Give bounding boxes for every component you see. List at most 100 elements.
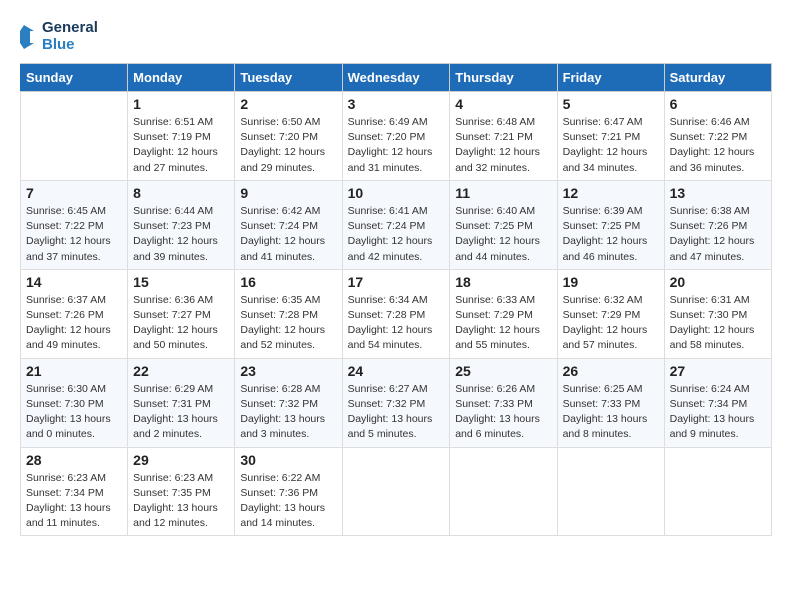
logo-text: General Blue: [20, 20, 98, 53]
weekday-header-wednesday: Wednesday: [342, 64, 450, 92]
calendar-cell: 1 Sunrise: 6:51 AMSunset: 7:19 PMDaylight…: [128, 92, 235, 181]
day-number: 28: [26, 452, 122, 468]
week-row-5: 28 Sunrise: 6:23 AMSunset: 7:34 PMDayligh…: [21, 447, 772, 536]
week-row-4: 21 Sunrise: 6:30 AMSunset: 7:30 PMDayligh…: [21, 358, 772, 447]
day-number: 25: [455, 363, 551, 379]
calendar-cell: 16Sunrise: 6:35 AMSunset: 7:28 PMDayligh…: [235, 269, 342, 358]
day-info: Sunrise: 6:32 AMSunset: 7:29 PMDaylight:…: [563, 293, 659, 354]
day-info: Sunrise: 6:45 AMSunset: 7:22 PMDaylight:…: [26, 204, 122, 265]
calendar-cell: 24 Sunrise: 6:27 AMSunset: 7:32 PMDayligh…: [342, 358, 450, 447]
day-info: Sunrise: 6:27 AMSunset: 7:32 PMDaylight:…: [348, 382, 445, 443]
day-number: 11: [455, 185, 551, 201]
calendar-cell: 4 Sunrise: 6:48 AMSunset: 7:21 PMDaylight…: [450, 92, 557, 181]
weekday-header-thursday: Thursday: [450, 64, 557, 92]
day-number: 3: [348, 96, 445, 112]
day-info: Sunrise: 6:35 AMSunset: 7:28 PMDaylight:…: [240, 293, 336, 354]
page-header: General Blue: [20, 20, 772, 53]
week-row-2: 7Sunrise: 6:45 AMSunset: 7:22 PMDaylight…: [21, 180, 772, 269]
day-number: 9: [240, 185, 336, 201]
day-info: Sunrise: 6:41 AMSunset: 7:24 PMDaylight:…: [348, 204, 445, 265]
day-info: Sunrise: 6:48 AMSunset: 7:21 PMDaylight:…: [455, 115, 551, 176]
calendar-cell: 3 Sunrise: 6:49 AMSunset: 7:20 PMDaylight…: [342, 92, 450, 181]
day-number: 23: [240, 363, 336, 379]
weekday-header-row: SundayMondayTuesdayWednesdayThursdayFrid…: [21, 64, 772, 92]
calendar-cell: [21, 92, 128, 181]
day-number: 12: [563, 185, 659, 201]
calendar-cell: 13 Sunrise: 6:38 AMSunset: 7:26 PMDayligh…: [664, 180, 771, 269]
calendar-cell: 29 Sunrise: 6:23 AMSunset: 7:35 PMDayligh…: [128, 447, 235, 536]
day-info: Sunrise: 6:47 AMSunset: 7:21 PMDaylight:…: [563, 115, 659, 176]
day-info: Sunrise: 6:23 AMSunset: 7:35 PMDaylight:…: [133, 471, 229, 532]
day-info: Sunrise: 6:31 AMSunset: 7:30 PMDaylight:…: [670, 293, 766, 354]
day-info: Sunrise: 6:51 AMSunset: 7:19 PMDaylight:…: [133, 115, 229, 176]
calendar-cell: 9 Sunrise: 6:42 AMSunset: 7:24 PMDaylight…: [235, 180, 342, 269]
day-number: 27: [670, 363, 766, 379]
weekday-header-sunday: Sunday: [21, 64, 128, 92]
calendar-cell: 14Sunrise: 6:37 AMSunset: 7:26 PMDayligh…: [21, 269, 128, 358]
day-info: Sunrise: 6:42 AMSunset: 7:24 PMDaylight:…: [240, 204, 336, 265]
calendar-cell: 15 Sunrise: 6:36 AMSunset: 7:27 PMDayligh…: [128, 269, 235, 358]
logo: General Blue: [20, 20, 98, 53]
day-number: 1: [133, 96, 229, 112]
calendar-cell: 20 Sunrise: 6:31 AMSunset: 7:30 PMDayligh…: [664, 269, 771, 358]
day-info: Sunrise: 6:40 AMSunset: 7:25 PMDaylight:…: [455, 204, 551, 265]
day-number: 20: [670, 274, 766, 290]
day-number: 4: [455, 96, 551, 112]
day-info: Sunrise: 6:24 AMSunset: 7:34 PMDaylight:…: [670, 382, 766, 443]
calendar-cell: 11 Sunrise: 6:40 AMSunset: 7:25 PMDayligh…: [450, 180, 557, 269]
calendar-cell: 23 Sunrise: 6:28 AMSunset: 7:32 PMDayligh…: [235, 358, 342, 447]
weekday-header-friday: Friday: [557, 64, 664, 92]
day-number: 24: [348, 363, 445, 379]
week-row-1: 1 Sunrise: 6:51 AMSunset: 7:19 PMDaylight…: [21, 92, 772, 181]
day-number: 26: [563, 363, 659, 379]
day-number: 19: [563, 274, 659, 290]
week-row-3: 14Sunrise: 6:37 AMSunset: 7:26 PMDayligh…: [21, 269, 772, 358]
calendar-cell: [342, 447, 450, 536]
calendar-cell: 30 Sunrise: 6:22 AMSunset: 7:36 PMDayligh…: [235, 447, 342, 536]
calendar-cell: [664, 447, 771, 536]
day-number: 22: [133, 363, 229, 379]
day-number: 29: [133, 452, 229, 468]
day-number: 17: [348, 274, 445, 290]
calendar-cell: 27 Sunrise: 6:24 AMSunset: 7:34 PMDayligh…: [664, 358, 771, 447]
calendar-cell: 26 Sunrise: 6:25 AMSunset: 7:33 PMDayligh…: [557, 358, 664, 447]
calendar-cell: 6 Sunrise: 6:46 AMSunset: 7:22 PMDaylight…: [664, 92, 771, 181]
day-info: Sunrise: 6:30 AMSunset: 7:30 PMDaylight:…: [26, 382, 122, 443]
day-number: 5: [563, 96, 659, 112]
day-info: Sunrise: 6:22 AMSunset: 7:36 PMDaylight:…: [240, 471, 336, 532]
day-info: Sunrise: 6:33 AMSunset: 7:29 PMDaylight:…: [455, 293, 551, 354]
day-number: 30: [240, 452, 336, 468]
calendar-cell: 17 Sunrise: 6:34 AMSunset: 7:28 PMDayligh…: [342, 269, 450, 358]
day-number: 15: [133, 274, 229, 290]
day-info: Sunrise: 6:46 AMSunset: 7:22 PMDaylight:…: [670, 115, 766, 176]
calendar-table: SundayMondayTuesdayWednesdayThursdayFrid…: [20, 63, 772, 536]
calendar-cell: 5 Sunrise: 6:47 AMSunset: 7:21 PMDaylight…: [557, 92, 664, 181]
calendar-cell: 22Sunrise: 6:29 AMSunset: 7:31 PMDayligh…: [128, 358, 235, 447]
calendar-cell: 10 Sunrise: 6:41 AMSunset: 7:24 PMDayligh…: [342, 180, 450, 269]
day-info: Sunrise: 6:50 AMSunset: 7:20 PMDaylight:…: [240, 115, 336, 176]
day-info: Sunrise: 6:49 AMSunset: 7:20 PMDaylight:…: [348, 115, 445, 176]
calendar-cell: 25 Sunrise: 6:26 AMSunset: 7:33 PMDayligh…: [450, 358, 557, 447]
day-number: 21: [26, 363, 122, 379]
calendar-cell: [450, 447, 557, 536]
day-number: 10: [348, 185, 445, 201]
calendar-cell: 12Sunrise: 6:39 AMSunset: 7:25 PMDayligh…: [557, 180, 664, 269]
day-number: 18: [455, 274, 551, 290]
day-info: Sunrise: 6:23 AMSunset: 7:34 PMDaylight:…: [26, 471, 122, 532]
weekday-header-monday: Monday: [128, 64, 235, 92]
calendar-cell: 8Sunrise: 6:44 AMSunset: 7:23 PMDaylight…: [128, 180, 235, 269]
calendar-cell: [557, 447, 664, 536]
logo-icon: [20, 21, 40, 53]
day-info: Sunrise: 6:25 AMSunset: 7:33 PMDaylight:…: [563, 382, 659, 443]
day-info: Sunrise: 6:38 AMSunset: 7:26 PMDaylight:…: [670, 204, 766, 265]
day-info: Sunrise: 6:28 AMSunset: 7:32 PMDaylight:…: [240, 382, 336, 443]
calendar-cell: 21 Sunrise: 6:30 AMSunset: 7:30 PMDayligh…: [21, 358, 128, 447]
day-number: 14: [26, 274, 122, 290]
day-info: Sunrise: 6:44 AMSunset: 7:23 PMDaylight:…: [133, 204, 229, 265]
day-number: 6: [670, 96, 766, 112]
day-info: Sunrise: 6:34 AMSunset: 7:28 PMDaylight:…: [348, 293, 445, 354]
day-info: Sunrise: 6:36 AMSunset: 7:27 PMDaylight:…: [133, 293, 229, 354]
calendar-cell: 7Sunrise: 6:45 AMSunset: 7:22 PMDaylight…: [21, 180, 128, 269]
day-number: 13: [670, 185, 766, 201]
day-info: Sunrise: 6:26 AMSunset: 7:33 PMDaylight:…: [455, 382, 551, 443]
